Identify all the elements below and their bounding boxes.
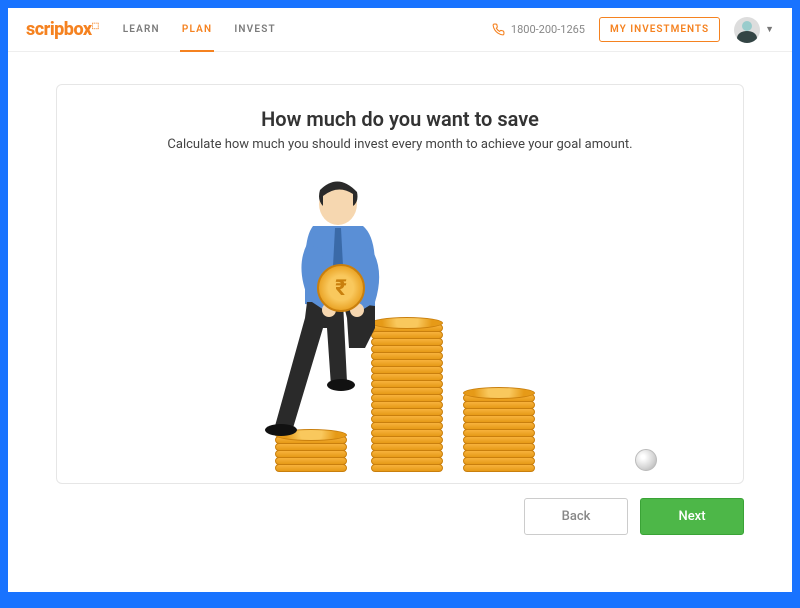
nav-learn[interactable]: LEARN [121, 8, 162, 51]
chevron-down-icon: ▼ [765, 24, 774, 35]
rupee-coin-icon: ₹ [317, 264, 365, 312]
man-icon [235, 178, 415, 438]
back-button[interactable]: Back [524, 498, 628, 535]
loading-dot-icon [635, 449, 657, 471]
savings-illustration: ₹ [81, 162, 719, 472]
save-card: How much do you want to save Calculate h… [56, 84, 744, 484]
wizard-buttons: Back Next [56, 498, 744, 535]
nav-plan[interactable]: PLAN [180, 8, 214, 51]
support-phone[interactable]: 1800-200-1265 [492, 23, 585, 36]
phone-icon [492, 23, 505, 36]
top-header: scripbox⬚ LEARN PLAN INVEST 1800-200-126… [8, 8, 792, 52]
coin-stack-medium [463, 387, 535, 472]
main-nav: LEARN PLAN INVEST [121, 8, 278, 51]
card-title: How much do you want to save [81, 107, 719, 131]
logo[interactable]: scripbox⬚ [26, 19, 99, 40]
user-menu[interactable]: ▼ [734, 17, 774, 43]
user-avatar [734, 17, 760, 43]
logo-text: scripbox [26, 19, 92, 40]
phone-number: 1800-200-1265 [511, 23, 585, 36]
nav-invest[interactable]: INVEST [232, 8, 278, 51]
next-button[interactable]: Next [640, 498, 744, 535]
card-subtitle: Calculate how much you should invest eve… [81, 137, 719, 152]
my-investments-button[interactable]: MY INVESTMENTS [599, 17, 720, 42]
